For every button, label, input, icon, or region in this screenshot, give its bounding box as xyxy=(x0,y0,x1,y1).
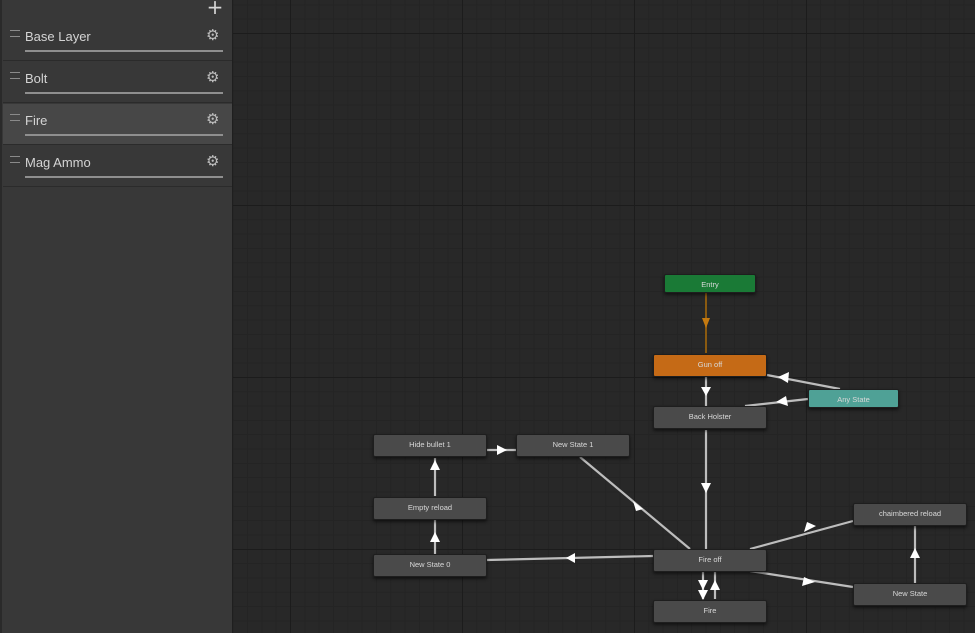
arrow-head-icon xyxy=(497,445,507,455)
state-entry[interactable]: Entry xyxy=(664,274,756,293)
arrow-head-icon xyxy=(910,548,920,558)
state-fire[interactable]: Fire xyxy=(653,600,767,623)
arrow-head-icon xyxy=(430,460,440,470)
state-fire-off[interactable]: Fire off xyxy=(653,549,767,572)
transition-anystate-to-gunoff[interactable] xyxy=(766,373,841,391)
state-hide-bullet-1[interactable]: Hide bullet 1 xyxy=(373,434,487,457)
transition-anystate-to-backholster[interactable] xyxy=(744,397,809,408)
transition-fireoff-to-newstate[interactable] xyxy=(749,569,854,589)
transition-chaimbered-to-fireoff[interactable] xyxy=(749,519,854,551)
state-new-state-1[interactable]: New State 1 xyxy=(516,434,630,457)
arrow-head-icon xyxy=(698,590,708,600)
arrow-head-icon xyxy=(698,580,708,590)
state-any-state[interactable]: Any State xyxy=(808,389,899,408)
arrow-head-icon xyxy=(778,372,789,383)
arrow-head-icon xyxy=(701,387,711,396)
arrow-head-icon xyxy=(701,483,711,493)
arrow-head-icon xyxy=(566,553,575,563)
arrow-head-icon xyxy=(776,396,788,406)
arrow-head-icon xyxy=(802,577,815,586)
state-chaimbered-reload[interactable]: chaimbered reload xyxy=(853,503,967,526)
state-new-state-0[interactable]: New State 0 xyxy=(373,554,487,577)
entry-arrow-icon xyxy=(702,318,710,328)
arrow-head-icon xyxy=(710,580,720,590)
arrow-head-icon xyxy=(430,532,440,542)
state-gun-off[interactable]: Gun off xyxy=(653,354,767,377)
state-empty-reload[interactable]: Empty reload xyxy=(373,497,487,520)
transition-edges xyxy=(430,293,920,600)
state-back-holster[interactable]: Back Holster xyxy=(653,406,767,429)
state-new-state[interactable]: New State xyxy=(853,583,967,606)
